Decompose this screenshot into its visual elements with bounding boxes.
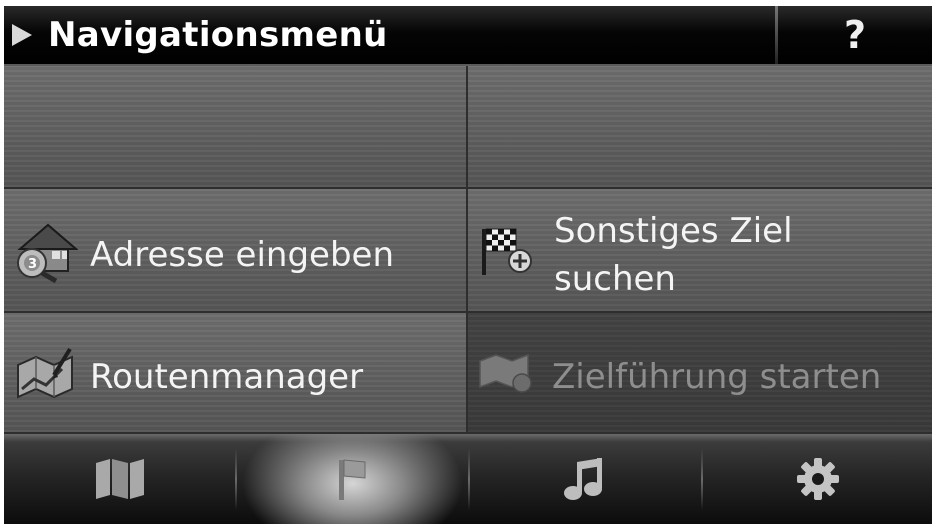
route-manager-label: Routenmanager	[90, 357, 364, 397]
start-navigation-button[interactable]: Zielführung starten	[468, 313, 932, 434]
title-arrow-icon	[12, 24, 32, 46]
address-entry-label: Adresse eingeben	[90, 235, 395, 275]
gear-icon	[796, 458, 839, 500]
menu-tile-empty-1	[4, 66, 468, 189]
map-button[interactable]	[4, 434, 235, 524]
house-address-icon: 3	[17, 223, 78, 283]
map-icon	[95, 459, 144, 499]
map-start-icon	[479, 353, 532, 393]
help-button[interactable]: ?	[778, 6, 932, 64]
settings-button[interactable]	[703, 434, 932, 524]
route-map-icon	[17, 347, 73, 399]
route-manager-button[interactable]: Routenmanager	[4, 313, 468, 434]
address-entry-button[interactable]: 3 Adresse eingeben	[4, 189, 468, 313]
checkered-flag-plus-icon	[482, 228, 532, 275]
start-navigation-label: Zielführung starten	[552, 357, 882, 397]
page-title: Navigationsmenü	[48, 15, 388, 55]
bottom-nav-bar	[4, 434, 932, 524]
other-destination-button[interactable]: Sonstiges Ziel suchen	[468, 189, 932, 313]
other-destination-label-line1: Sonstiges Ziel	[554, 211, 793, 251]
flag-icon	[338, 459, 365, 500]
music-note-icon	[563, 458, 602, 500]
svg-text:3: 3	[28, 257, 37, 272]
menu-tile-empty-2	[468, 66, 932, 189]
title-bar: Navigationsmenü ?	[4, 6, 932, 66]
destination-flag-button[interactable]	[237, 434, 468, 524]
navigation-screen: Navigationsmenü ? 3 Adresse eingeben Son…	[4, 6, 932, 524]
music-button[interactable]	[470, 434, 701, 524]
other-destination-label-line2: suchen	[554, 259, 676, 299]
